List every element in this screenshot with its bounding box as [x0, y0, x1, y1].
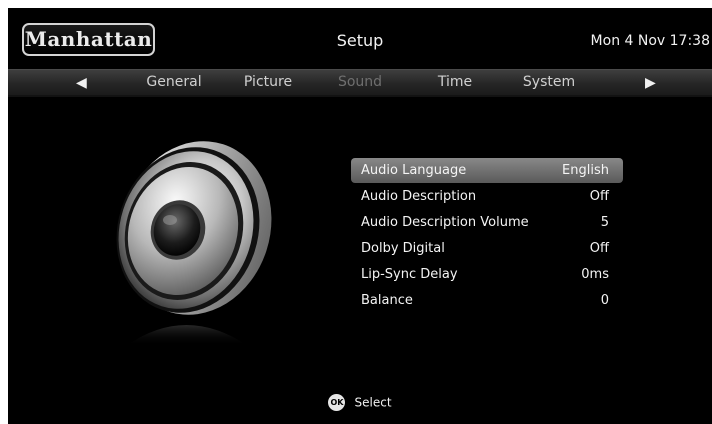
tab-system[interactable]: System — [523, 74, 575, 90]
menu-item-value: 0 — [600, 293, 609, 308]
ok-button-icon: OK — [328, 394, 346, 411]
left-triangle-icon[interactable]: ◀ — [76, 74, 87, 92]
tv-screen: Manhattan Setup Mon 4 Nov 17:38 ◀ Genera… — [8, 8, 712, 424]
menu-item-value: 0ms — [581, 267, 609, 282]
header: Manhattan Setup Mon 4 Nov 17:38 — [8, 8, 712, 64]
tab-general[interactable]: General — [146, 74, 201, 90]
menu-item-value: Off — [589, 189, 609, 204]
menu-item-value: 5 — [600, 215, 609, 230]
tab-time[interactable]: Time — [438, 74, 472, 90]
select-hint-label: Select — [354, 395, 392, 410]
right-triangle-icon[interactable]: ▶ — [645, 74, 656, 92]
menu-item-lip-sync-delay[interactable]: Lip-Sync Delay 0ms — [351, 262, 623, 287]
tab-sound[interactable]: Sound — [338, 74, 382, 90]
menu-item-label: Balance — [361, 293, 413, 308]
date-time: Mon 4 Nov 17:38 — [590, 33, 710, 49]
menu-item-value: Off — [589, 241, 609, 256]
menu-item-balance[interactable]: Balance 0 — [351, 288, 623, 313]
menu-item-audio-description[interactable]: Audio Description Off — [351, 184, 623, 209]
menu-item-label: Audio Language — [361, 163, 467, 178]
tab-divider — [8, 95, 712, 97]
menu-item-dolby-digital[interactable]: Dolby Digital Off — [351, 236, 623, 261]
footer-hint: OK Select — [8, 392, 712, 411]
menu-item-label: Lip-Sync Delay — [361, 267, 458, 282]
menu-item-label: Dolby Digital — [361, 241, 445, 256]
tab-picture[interactable]: Picture — [244, 74, 292, 90]
speaker-icon — [116, 141, 272, 346]
menu-item-label: Audio Description Volume — [361, 215, 529, 230]
menu-item-value: English — [562, 163, 609, 178]
menu-item-label: Audio Description — [361, 189, 477, 204]
tab-bar: ◀ General Picture Sound Time System ▶ — [8, 69, 712, 96]
menu-item-audio-language[interactable]: Audio Language English — [351, 158, 623, 183]
sound-settings-menu: Audio Language English Audio Description… — [351, 158, 623, 314]
menu-item-audio-description-volume[interactable]: Audio Description Volume 5 — [351, 210, 623, 235]
